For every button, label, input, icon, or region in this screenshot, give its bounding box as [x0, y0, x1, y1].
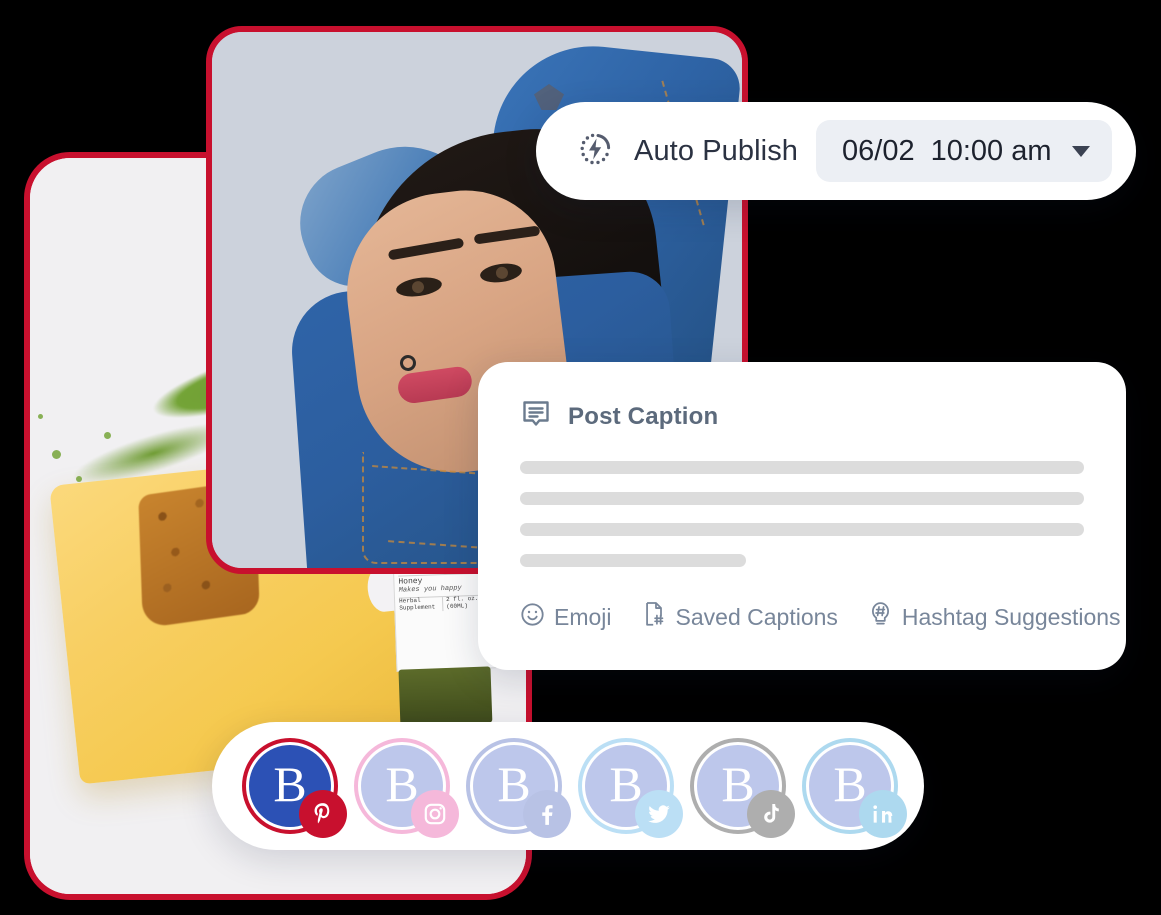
social-account-selector: B B B B B B — [212, 722, 924, 850]
instagram-icon — [411, 790, 459, 838]
bottle-label-footer-left: Herbal Supplement — [399, 597, 444, 613]
caption-skeleton-line — [520, 461, 1084, 474]
schedule-datetime-select[interactable]: 06/02 10:00 am — [816, 120, 1112, 182]
comment-lines-icon — [520, 398, 552, 435]
tiktok-icon — [747, 790, 795, 838]
social-account-instagram[interactable]: B — [354, 738, 459, 838]
lightbulb-hash-icon — [868, 601, 893, 633]
auto-publish-label: Auto Publish — [634, 134, 799, 167]
caption-skeleton-lines — [520, 461, 1084, 567]
schedule-date: 06/02 — [842, 134, 915, 167]
chevron-down-icon[interactable] — [1071, 145, 1090, 157]
twitter-icon — [635, 790, 683, 838]
caption-skeleton-line — [520, 492, 1084, 505]
schedule-time: 10:00 am — [930, 134, 1052, 167]
social-account-facebook[interactable]: B — [466, 738, 571, 838]
social-account-tiktok[interactable]: B — [690, 738, 795, 838]
smiley-icon — [520, 602, 545, 633]
document-hash-icon — [642, 601, 667, 633]
post-caption-header: Post Caption — [520, 398, 1084, 435]
post-caption-card[interactable]: Post Caption Emoji Saved Captions Hashta… — [478, 362, 1126, 670]
composition-stage: Nootropics Keeps you focused Honey Makes… — [0, 0, 1161, 915]
hashtag-suggestions-label: Hashtag Suggestions — [901, 603, 1121, 630]
linkedin-icon — [859, 790, 907, 838]
social-account-linkedin[interactable]: B — [802, 738, 907, 838]
social-account-twitter[interactable]: B — [578, 738, 683, 838]
social-account-pinterest[interactable]: B — [242, 738, 347, 838]
emoji-button[interactable]: Emoji — [520, 602, 612, 633]
caption-skeleton-line — [520, 554, 746, 567]
emoji-label: Emoji — [554, 603, 612, 630]
saved-captions-button[interactable]: Saved Captions — [642, 601, 838, 633]
facebook-icon — [523, 790, 571, 838]
auto-publish-bar[interactable]: Auto Publish 06/02 10:00 am — [536, 102, 1136, 200]
hashtag-suggestions-button[interactable]: Hashtag Suggestions — [868, 601, 1121, 633]
saved-captions-label: Saved Captions — [675, 603, 838, 630]
auto-publish-bolt-icon — [576, 129, 616, 174]
caption-action-row: Emoji Saved Captions Hashtag Suggestions — [520, 601, 1121, 633]
post-caption-title: Post Caption — [568, 402, 719, 430]
pinterest-icon — [299, 790, 347, 838]
caption-skeleton-line — [520, 523, 1084, 536]
